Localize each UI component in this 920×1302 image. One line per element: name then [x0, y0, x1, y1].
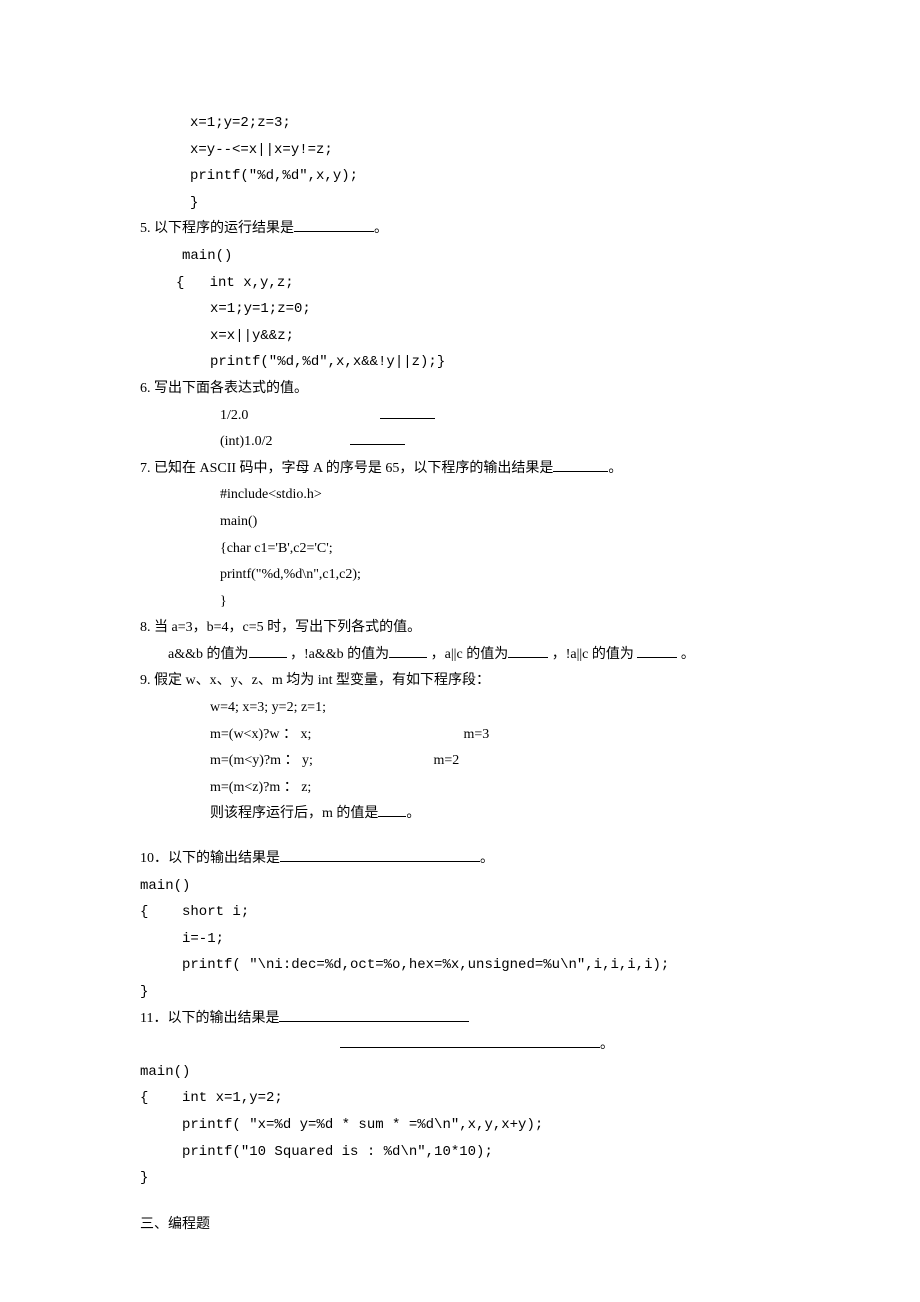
q9-last: 则该程序运行后，m 的值是 。	[140, 801, 780, 828]
page: x=1;y=2;z=3; x=y--<=x||x=y!=z; printf("%…	[0, 0, 920, 1302]
blank	[380, 404, 435, 419]
text: m=3	[464, 727, 490, 742]
code-line: { short i;	[140, 899, 780, 926]
code-line: main()	[140, 243, 780, 270]
blank	[294, 217, 374, 232]
q6-prompt: 6. 写出下面各表达式的值。	[140, 376, 780, 403]
code-line: }	[140, 979, 780, 1006]
q7-prompt: 7. 已知在 ASCII 码中，字母 A 的序号是 65，以下程序的输出结果是 。	[140, 456, 780, 483]
code-line: printf( "x=%d y=%d * sum * =%d\n",x,y,x+…	[140, 1112, 780, 1139]
code-line: i=-1;	[140, 926, 780, 953]
code-line: printf("%d,%d",x,x&&!y||z);}	[140, 349, 780, 376]
blank	[508, 643, 548, 658]
code-line: printf("%d,%d\n",c1,c2);	[140, 562, 780, 589]
q11-prompt: 11．以下的输出结果是	[140, 1006, 780, 1033]
text: 1/2.0	[220, 403, 380, 430]
code-line: x=x||y&&z;	[140, 323, 780, 350]
text: m=(m<y)?m ： y;	[210, 748, 430, 775]
text: 。	[480, 851, 494, 866]
spacer	[140, 828, 780, 846]
code-line: m=(m<y)?m ： y; m=2	[140, 748, 780, 775]
code-line: x=1;y=1;z=0;	[140, 296, 780, 323]
blank	[249, 643, 287, 658]
text: 则该程序运行后，m 的值是	[210, 806, 378, 821]
q6-line2: (int)1.0/2	[140, 429, 780, 456]
q8-sub: a&&b 的值为 ，!a&&b 的值为 ，a||c 的值为 ，!a||c 的值为…	[140, 642, 780, 669]
blank	[350, 430, 405, 445]
blank	[340, 1033, 600, 1048]
text: 。	[374, 221, 388, 236]
code-line: main()	[140, 873, 780, 900]
text: 。	[608, 461, 622, 476]
code-line: m=(m<z)?m ： z;	[140, 775, 780, 802]
code-line: }	[140, 190, 780, 217]
text: a&&b 的值为	[168, 647, 249, 662]
blank	[637, 643, 677, 658]
blank	[280, 847, 480, 862]
code-line: {char c1='B',c2='C';	[140, 536, 780, 563]
code-line: x=1;y=2;z=3;	[140, 110, 780, 137]
code-line: }	[140, 589, 780, 616]
text: 11．以下的输出结果是	[140, 1011, 279, 1026]
text: (int)1.0/2	[220, 429, 350, 456]
text: m=2	[434, 753, 460, 768]
code-line: x=y--<=x||x=y!=z;	[140, 137, 780, 164]
text: 10．以下的输出结果是	[140, 851, 280, 866]
code-line: w=4; x=3; y=2; z=1;	[140, 695, 780, 722]
code-line: }	[140, 1165, 780, 1192]
text: 5. 以下程序的运行结果是	[140, 221, 294, 236]
spacer	[140, 1192, 780, 1212]
text: 。	[406, 806, 420, 821]
text: 。	[681, 647, 695, 662]
code-line: { int x,y,z;	[140, 270, 780, 297]
code-line: printf( "\ni:dec=%d,oct=%o,hex=%x,unsign…	[140, 952, 780, 979]
blank	[553, 457, 608, 472]
q9-prompt: 9. 假定 w、x、y、z、m 均为 int 型变量，有如下程序段：	[140, 668, 780, 695]
code-line: printf("%d,%d",x,y);	[140, 163, 780, 190]
text: m=(w<x)?w ： x;	[210, 722, 460, 749]
blank	[389, 643, 427, 658]
q5-prompt: 5. 以下程序的运行结果是 。	[140, 216, 780, 243]
q8-prompt: 8. 当 a=3，b=4，c=5 时，写出下列各式的值。	[140, 615, 780, 642]
code-line: #include<stdio.h>	[140, 482, 780, 509]
text: 。	[600, 1037, 614, 1052]
code-line: main()	[140, 509, 780, 536]
text: ，!a||c 的值为	[552, 647, 638, 662]
blank	[279, 1007, 469, 1022]
q11-blank2: 。	[140, 1032, 780, 1059]
q6-line1: 1/2.0	[140, 403, 780, 430]
text: 7. 已知在 ASCII 码中，字母 A 的序号是 65，以下程序的输出结果是	[140, 461, 553, 476]
blank	[378, 802, 406, 817]
text: ，!a&&b 的值为	[290, 647, 389, 662]
section-3-heading: 三、编程题	[140, 1212, 780, 1239]
code-line: { int x=1,y=2;	[140, 1085, 780, 1112]
q10-prompt: 10．以下的输出结果是 。	[140, 846, 780, 873]
code-line: m=(w<x)?w ： x; m=3	[140, 722, 780, 749]
code-line: printf("10 Squared is : %d\n",10*10);	[140, 1139, 780, 1166]
text: ，a||c 的值为	[431, 647, 509, 662]
code-line: main()	[140, 1059, 780, 1086]
